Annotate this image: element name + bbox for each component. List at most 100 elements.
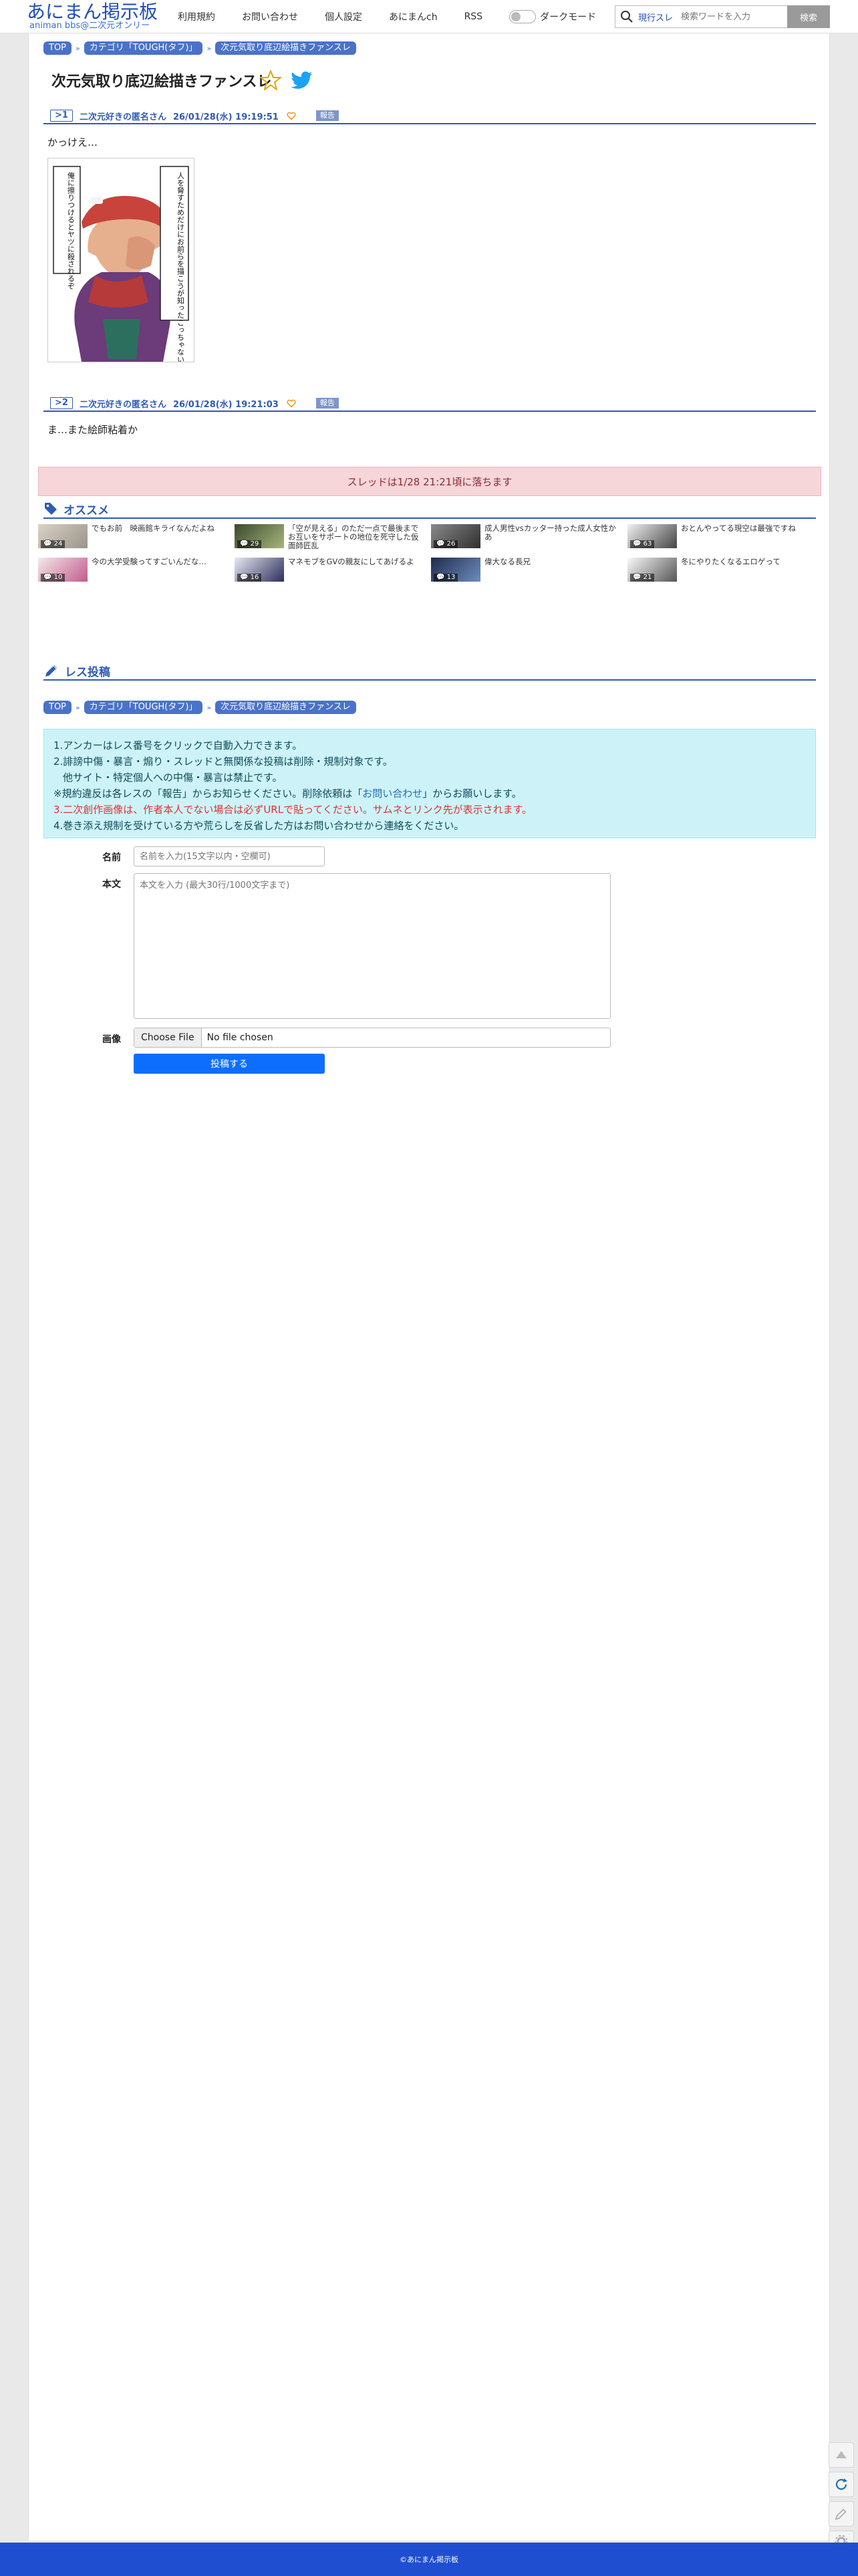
image-file-input[interactable]: Choose File No file chosen bbox=[134, 1028, 611, 1048]
dark-mode-toggle[interactable]: ダークモード bbox=[509, 10, 596, 23]
search-icon[interactable] bbox=[615, 5, 638, 28]
post-number[interactable]: >1 bbox=[50, 110, 73, 122]
recommend-item[interactable]: 💬 24 でもお前 映画館キライなんだよね bbox=[38, 524, 232, 548]
choose-file-button[interactable]: Choose File bbox=[134, 1028, 202, 1047]
nav-rss[interactable]: RSS bbox=[464, 11, 483, 22]
recommend-item-title: 冬にやりたくなるエロゲって bbox=[681, 558, 780, 566]
recommend-thumb: 💬 21 bbox=[627, 558, 677, 582]
rule-1: 1.アンカーはレス番号をクリックで自動入力できます。 bbox=[53, 739, 303, 751]
post-header-2: >2 二次元好きの匿名さん 26/01/28(水) 19:21:03 報告 bbox=[43, 396, 816, 412]
comment-count: 💬 26 bbox=[434, 540, 458, 548]
scroll-top-button[interactable] bbox=[829, 2442, 854, 2468]
recommend-thumb: 💬 16 bbox=[235, 558, 284, 582]
breadcrumb-top[interactable]: TOP bbox=[43, 41, 72, 55]
recommend-item[interactable]: 💬 29 「空が見える」のただ一点で最後までお互いをサポートの地位を死守した仮面… bbox=[235, 524, 428, 550]
recommend-item-title: 偉大なる長兄 bbox=[484, 558, 531, 566]
name-label: 名前 bbox=[102, 852, 121, 863]
recommend-item-title: おとんやってる現空は最強ですね bbox=[681, 524, 796, 533]
recommend-header: オススメ bbox=[43, 500, 816, 519]
logo-subtitle: animan bbs@二次元オンリー bbox=[29, 21, 150, 31]
main-nav: 利用規約 お問い合わせ 個人設定 あにまんch RSS ダークモード bbox=[178, 0, 596, 33]
rule-4: 4.巻き添え規制を受けている方や荒らしを反省した方はお問い合わせから連絡をくださ… bbox=[53, 820, 464, 832]
tag-icon bbox=[45, 503, 57, 515]
breadcrumb-thread[interactable]: 次元気取り底辺絵描きファンスレ bbox=[215, 701, 356, 714]
comment-count: 💬 13 bbox=[434, 574, 458, 582]
comment-count: 💬 63 bbox=[630, 540, 655, 548]
rule-2: 2.誹謗中傷・暴言・煽り・スレッドと無関係な投稿は削除・規制対象です。 bbox=[53, 755, 393, 768]
page: あにまん掲示板 animan bbs@二次元オンリー 利用規約 お問い合わせ 個… bbox=[0, 0, 858, 2576]
comment-count: 💬 29 bbox=[237, 540, 262, 548]
rule-2-sub: 他サイト・特定個人への中傷・暴言は禁止です。 bbox=[63, 772, 283, 784]
star-icon[interactable] bbox=[259, 69, 282, 92]
comment-count: 💬 16 bbox=[237, 574, 262, 582]
recommend-item[interactable]: 💬 10 今の大学受験ってすごいんだな… bbox=[38, 558, 232, 582]
posting-rules: 1.アンカーはレス番号をクリックで自動入力できます。 2.誹謗中傷・暴言・煽り・… bbox=[43, 729, 816, 838]
logo-title: あにまん掲示板 bbox=[27, 1, 158, 23]
recommend-item[interactable]: 💬 13 偉大なる長兄 bbox=[431, 558, 625, 582]
comment-count-value: 13 bbox=[446, 574, 456, 581]
comment-count-value: 10 bbox=[53, 574, 63, 581]
recommend-thumb: 💬 10 bbox=[38, 558, 88, 582]
breadcrumb-bottom: TOP » カテゴリ「TOUGH(タフ)」 » 次元気取り底辺絵描きファンスレ bbox=[43, 701, 356, 714]
nav-terms[interactable]: 利用規約 bbox=[178, 10, 215, 23]
recommend-thumb: 💬 24 bbox=[38, 524, 88, 548]
arrow-up-icon bbox=[836, 2451, 847, 2458]
reload-button[interactable] bbox=[829, 2472, 854, 2497]
post-number[interactable]: >2 bbox=[50, 397, 73, 409]
toggle-switch[interactable] bbox=[509, 10, 537, 23]
recommend-item[interactable]: 💬 26 成人男性vsカッター持った成人女性かあ bbox=[431, 524, 625, 548]
comment-count-value: 24 bbox=[53, 540, 63, 548]
recommend-thumb: 💬 13 bbox=[431, 558, 480, 582]
recommend-item[interactable]: 💬 16 マネモブをGVの親友にしてあげるよ bbox=[235, 558, 428, 582]
toggle-knob bbox=[511, 12, 521, 21]
body-textarea[interactable] bbox=[134, 873, 611, 1019]
image-label: 画像 bbox=[102, 1034, 121, 1045]
comment-count: 💬 24 bbox=[41, 540, 65, 548]
search-button[interactable]: 検索 bbox=[787, 5, 830, 28]
nav-contact[interactable]: お問い合わせ bbox=[242, 10, 298, 23]
recommend-item-title: マネモブをGVの親友にしてあげるよ bbox=[288, 558, 414, 566]
nav-animanch[interactable]: あにまんch bbox=[389, 10, 438, 23]
heart-icon[interactable] bbox=[287, 111, 296, 120]
search-mode[interactable]: 現行スレ bbox=[638, 11, 673, 23]
report-button[interactable]: 報告 bbox=[315, 110, 339, 121]
comment-count: 💬 21 bbox=[630, 574, 655, 582]
nav-settings[interactable]: 個人設定 bbox=[325, 10, 362, 23]
comment-count-value: 26 bbox=[446, 540, 456, 548]
manga-illustration: 人を脅すためだけにお前らを描こうが知ったこっちゃないが 俺に擦りつけるとヤツに殺… bbox=[48, 158, 194, 370]
post-image[interactable]: 人を脅すためだけにお前らを描こうが知ったこっちゃないが 俺に擦りつけるとヤツに殺… bbox=[47, 158, 194, 370]
site-logo[interactable]: あにまん掲示板 animan bbs@二次元オンリー bbox=[27, 1, 167, 32]
name-input[interactable] bbox=[134, 846, 325, 866]
recommend-item-title: でもお前 映画館キライなんだよね bbox=[92, 524, 214, 533]
recommend-item[interactable]: 💬 63 おとんやってる現空は最強ですね bbox=[627, 524, 821, 548]
post-author: 二次元好きの匿名さん bbox=[79, 112, 166, 122]
heart-icon[interactable] bbox=[287, 398, 296, 408]
twitter-icon[interactable] bbox=[291, 71, 313, 91]
post-date: 26/01/28(水) 19:19:51 bbox=[172, 112, 279, 122]
rule-report-text: ※規約違反は各レスの「報告」からお知らせください。削除依頼は「 bbox=[53, 788, 363, 800]
report-button[interactable]: 報告 bbox=[315, 398, 339, 408]
breadcrumb-separator: » bbox=[76, 703, 80, 712]
recommend-thumb: 💬 63 bbox=[627, 524, 677, 548]
post-form-title: レス投稿 bbox=[65, 665, 110, 679]
post-date: 26/01/28(水) 19:21:03 bbox=[172, 399, 279, 410]
breadcrumb-category[interactable]: カテゴリ「TOUGH(タフ)」 bbox=[84, 701, 203, 714]
post-author: 二次元好きの匿名さん bbox=[79, 399, 166, 410]
contact-link[interactable]: お問い合わせ bbox=[362, 788, 422, 800]
breadcrumb-category[interactable]: カテゴリ「TOUGH(タフ)」 bbox=[84, 41, 203, 55]
rule-3: 3.二次創作画像は、作者本人でない場合は必ずURLで貼ってください。サムネとリン… bbox=[53, 804, 533, 816]
recommend-item[interactable]: 💬 21 冬にやりたくなるエロゲって bbox=[627, 558, 821, 582]
body-label: 本文 bbox=[102, 879, 121, 890]
recommend-item-title: 今の大学受験ってすごいんだな… bbox=[92, 558, 206, 566]
submit-button[interactable]: 投稿する bbox=[134, 1054, 325, 1074]
comment-count-value: 21 bbox=[643, 574, 652, 581]
file-status: No file chosen bbox=[206, 1032, 273, 1043]
compose-button[interactable] bbox=[829, 2501, 854, 2527]
search-input[interactable] bbox=[680, 11, 780, 23]
site-header: あにまん掲示板 animan bbs@二次元オンリー 利用規約 お問い合わせ 個… bbox=[0, 0, 858, 33]
bubble-text-left: 俺に擦りつけるとヤツに殺されるぞ bbox=[67, 171, 76, 289]
breadcrumb-top[interactable]: TOP bbox=[43, 701, 72, 714]
recommend-item-title: 「空が見える」のただ一点で最後までお互いをサポートの地位を死守した仮面師匠乱 bbox=[288, 524, 419, 550]
thread-title: 次元気取り底辺絵描きファンスレ bbox=[51, 74, 272, 90]
breadcrumb-thread[interactable]: 次元気取り底辺絵描きファンスレ bbox=[215, 41, 356, 55]
